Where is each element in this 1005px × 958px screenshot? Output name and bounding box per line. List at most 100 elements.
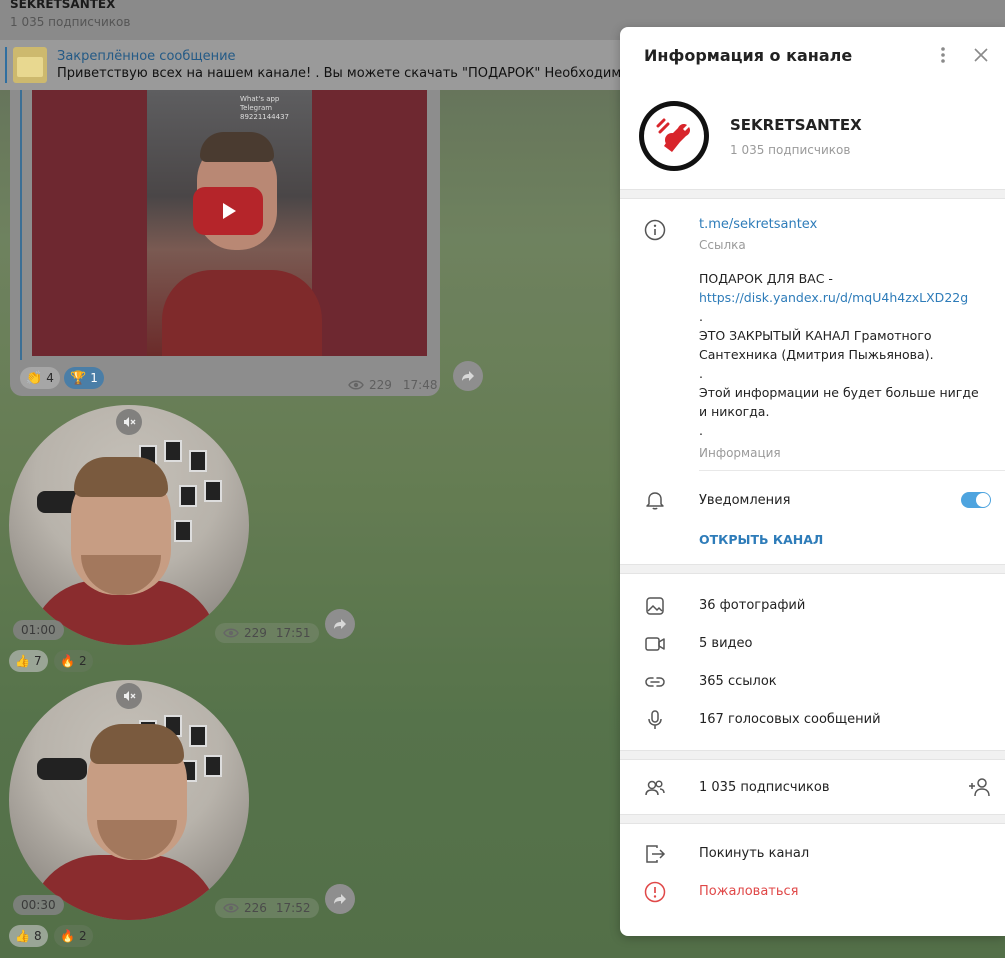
links-row[interactable]: 365 ссылок [620, 662, 1005, 700]
channel-info-panel: Информация о канале SEKRETSANTEX 1 035 п… [620, 27, 1005, 936]
leave-icon [646, 845, 666, 863]
close-icon[interactable] [971, 45, 991, 65]
message-time: 17:52 [275, 901, 311, 915]
voice-label: 167 голосовых сообщений [699, 711, 881, 727]
reaction-count: 1 [90, 371, 98, 385]
video-person-hair [200, 132, 274, 162]
reaction-like[interactable]: 👍 7 [9, 650, 48, 672]
desc-line: ПОДАРОК ДЛЯ ВАС - [699, 271, 833, 286]
reaction-like[interactable]: 👍 8 [9, 925, 48, 947]
section-separator [620, 814, 1005, 824]
trophy-emoji: 🏆 [70, 370, 87, 386]
desc-line: Этой информации не будет больше нигде и … [699, 385, 979, 419]
round-video-meta: 229 17:51 [215, 623, 319, 643]
views-count: 229 [244, 626, 267, 640]
message-time: 17:48 [402, 378, 438, 392]
video-icon [645, 637, 665, 651]
section-separator [620, 189, 1005, 199]
reaction-count: 4 [46, 371, 54, 385]
eye-icon [223, 628, 239, 638]
video-duration: 01:00 [13, 620, 64, 640]
bell-icon [646, 492, 664, 510]
channel-link[interactable]: t.me/sekretsantex [699, 217, 985, 232]
photos-row[interactable]: 36 фотографий [620, 586, 1005, 624]
like-emoji: 👍 [15, 654, 30, 668]
channel-profile: SEKRETSANTEX 1 035 подписчиков [620, 83, 1005, 189]
pinned-title: Закреплённое сообщение [57, 49, 236, 64]
media-section: 36 фотографий 5 видео 365 ссылок 167 гол… [620, 574, 1005, 750]
video-message[interactable]: What's app Telegram 89221144437 👏 4 🏆 1 … [10, 90, 440, 396]
eye-icon [223, 903, 239, 913]
mute-button[interactable] [116, 409, 142, 435]
video-duration: 00:30 [13, 895, 64, 915]
members-label: 1 035 подписчиков [699, 779, 830, 795]
videos-label: 5 видео [699, 635, 753, 651]
mute-button[interactable] [116, 683, 142, 709]
channel-subscribers: 1 035 подписчиков [730, 142, 851, 157]
section-separator [620, 750, 1005, 760]
views-count: 226 [244, 901, 267, 915]
channel-logo [656, 118, 690, 152]
round-video-meta: 226 17:52 [215, 898, 319, 918]
notifications-row[interactable]: Уведомления [620, 471, 1005, 529]
share-icon [334, 619, 346, 629]
reaction-fire[interactable]: 🔥 2 [54, 650, 93, 672]
share-button[interactable] [453, 361, 483, 391]
members-section: 1 035 подписчиков [620, 760, 1005, 814]
round-video-2[interactable] [9, 680, 249, 920]
panel-title: Информация о канале [644, 45, 853, 65]
pinned-thumbnail [13, 47, 47, 83]
report-icon [644, 881, 666, 903]
pinned-text: Приветствую всех на нашем канале! . Вы м… [57, 66, 686, 81]
video-overlay-text: What's app Telegram 89221144437 [240, 95, 289, 121]
reaction-fire[interactable]: 🔥 2 [54, 925, 93, 947]
pinned-bar [5, 47, 7, 83]
videos-row[interactable]: 5 видео [620, 624, 1005, 662]
link-icon [645, 677, 665, 687]
open-channel-button[interactable]: ОТКРЫТЬ КАНАЛ [620, 529, 1005, 564]
views-count: 229 [369, 378, 392, 392]
avatar[interactable] [639, 101, 709, 171]
mute-icon [124, 417, 136, 427]
panel-header: Информация о канале [620, 27, 1005, 83]
voice-row[interactable]: 167 голосовых сообщений [620, 700, 1005, 738]
round-video-1[interactable] [9, 405, 249, 645]
desc-url[interactable]: https://disk.yandex.ru/d/mqU4h4zxLXD22g [699, 288, 985, 307]
play-icon [223, 203, 236, 219]
play-button[interactable] [193, 187, 263, 235]
leave-row[interactable]: Покинуть канал [620, 834, 1005, 872]
fire-emoji: 🔥 [60, 654, 75, 668]
reaction-count: 2 [78, 654, 87, 668]
channel-name: SEKRETSANTEX [730, 115, 862, 134]
chat-title: SEKRETSANTEX [10, 0, 116, 11]
section-separator [620, 564, 1005, 574]
desc-line: ЭТО ЗАКРЫТЫЙ КАНАЛ Грамотного Сантехника… [699, 328, 934, 362]
share-button[interactable] [325, 884, 355, 914]
clap-emoji: 👏 [26, 370, 43, 386]
reaction-trophy[interactable]: 🏆 1 [64, 367, 104, 389]
share-button[interactable] [325, 609, 355, 639]
fire-emoji: 🔥 [60, 929, 75, 943]
link-label: Ссылка [699, 238, 746, 252]
photos-label: 36 фотографий [699, 597, 806, 613]
reaction-count: 7 [33, 654, 42, 668]
person-hair [90, 724, 184, 764]
links-label: 365 ссылок [699, 673, 777, 689]
share-icon [462, 371, 474, 381]
actions-section: Покинуть канал Пожаловаться [620, 824, 1005, 920]
info-label: Информация [699, 446, 781, 460]
mic-icon [648, 710, 662, 729]
more-vertical-icon[interactable] [933, 45, 953, 65]
notifications-toggle[interactable] [961, 492, 991, 508]
members-row[interactable]: 1 035 подписчиков [620, 768, 1005, 806]
members-icon [645, 780, 665, 796]
info-icon [644, 219, 666, 241]
desc-dot: . [699, 309, 703, 324]
report-row[interactable]: Пожаловаться [620, 872, 1005, 910]
desc-dot: . [699, 366, 703, 381]
channel-info-block: t.me/sekretsantex Ссылка ПОДАРОК ДЛЯ ВАС… [620, 199, 1005, 470]
add-member-icon[interactable] [968, 776, 992, 798]
channel-description: ПОДАРОК ДЛЯ ВАС - https://disk.yandex.ru… [699, 269, 985, 440]
photo-icon [646, 597, 664, 615]
reaction-clap[interactable]: 👏 4 [20, 367, 60, 389]
